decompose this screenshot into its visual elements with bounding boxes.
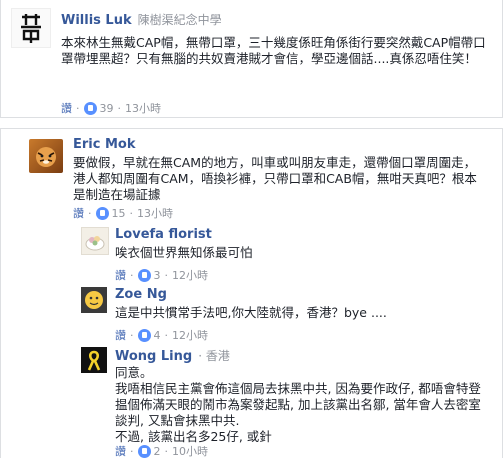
yellow-ribbon-icon <box>87 350 101 371</box>
timestamp[interactable]: 13小時 <box>137 205 173 221</box>
like-icon[interactable] <box>137 268 151 282</box>
avatar[interactable] <box>11 8 51 48</box>
comment-meta: 讚 · 4 · 12小時 <box>115 327 208 343</box>
timestamp[interactable]: 13小時 <box>125 100 161 116</box>
commenter-name[interactable]: Eric Mok <box>73 137 136 152</box>
commenter-name[interactable]: Lovefa florist <box>115 227 212 242</box>
comment-meta: 讚 · 2 · 10小時 <box>115 443 208 459</box>
emoji-avatar-icon <box>85 291 103 309</box>
timestamp[interactable]: 12小時 <box>172 267 208 283</box>
commenter-name[interactable]: Zoe Ng <box>115 287 167 302</box>
like-icon[interactable] <box>83 101 97 115</box>
comment-meta: 讚 · 39 · 13小時 <box>61 100 161 116</box>
card-separator <box>0 118 503 128</box>
florist-avatar-icon <box>85 236 105 251</box>
comment-text: 本來林生無戴CAP帽，無帶口罩，三十幾度係旺角係街行要突然戴CAP帽帶口罩帶埋黑… <box>61 35 486 66</box>
comment-card-willis: Willis Luk 陳樹渠紀念中學 本來林生無戴CAP帽，無帶口罩，三十幾度係旺… <box>0 0 503 118</box>
comment-text: 要做假，早就在無CAM的地方，叫車或叫朋友車走，還帶個口罩周圍走，港人都知周圍有… <box>73 155 477 202</box>
comment-text: 這是中共慣常手法吧,你大陸就得，香港？bye .... <box>115 305 387 320</box>
like-link[interactable]: 讚 <box>115 443 126 459</box>
avatar[interactable] <box>81 287 107 313</box>
avatar[interactable] <box>81 347 107 373</box>
commenter-location: · 香港 <box>198 349 230 363</box>
like-icon[interactable] <box>137 328 151 342</box>
tiger-avatar-icon <box>36 147 56 167</box>
commenter-school[interactable]: 陳樹渠紀念中學 <box>138 13 222 27</box>
avatar[interactable] <box>81 227 109 255</box>
comment-line: 我唔相信民主黨會佈這個局去抹黑中共, 因為要作政仔, 都唔會特登揾個佈滿天眼的鬧… <box>115 381 481 428</box>
like-link[interactable]: 讚 <box>115 327 126 343</box>
timestamp[interactable]: 12小時 <box>172 327 208 343</box>
like-count[interactable]: 2 <box>154 445 161 458</box>
commenter-name[interactable]: Wong Ling · 香港 <box>115 347 230 364</box>
like-count[interactable]: 4 <box>154 329 161 342</box>
comment-meta: 讚 · 3 · 12小時 <box>115 267 208 283</box>
like-icon[interactable] <box>137 444 151 458</box>
timestamp[interactable]: 10小時 <box>172 443 208 459</box>
commenter-name[interactable]: Willis Luk 陳樹渠紀念中學 <box>61 11 222 28</box>
like-link[interactable]: 讚 <box>115 267 126 283</box>
comment-text: 同意。 我唔相信民主黨會佈這個局去抹黑中共, 因為要作政仔, 都唔會特登揾個佈滿… <box>115 365 485 445</box>
like-icon[interactable] <box>95 206 109 220</box>
comment-text: 唉衣個世界無知係最可怕 <box>115 245 253 260</box>
comment-thread-card: Eric Mok 要做假，早就在無CAM的地方，叫車或叫朋友車走，還帶個口罩周圍… <box>0 128 503 458</box>
like-count[interactable]: 3 <box>154 269 161 282</box>
like-count[interactable]: 39 <box>100 102 114 115</box>
comment-line: 同意。 <box>115 365 153 380</box>
comment-meta: 讚 · 15 · 13小時 <box>73 205 173 221</box>
like-count[interactable]: 15 <box>112 207 126 220</box>
like-link[interactable]: 讚 <box>73 205 84 221</box>
avatar[interactable] <box>29 139 63 173</box>
calligraphy-avatar-icon <box>21 14 41 43</box>
like-link[interactable]: 讚 <box>61 100 72 116</box>
